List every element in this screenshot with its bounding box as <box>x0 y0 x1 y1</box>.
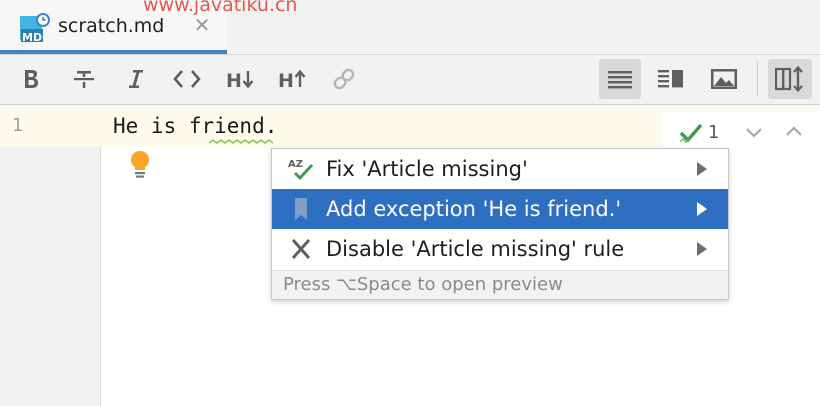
bold-button[interactable] <box>12 61 50 97</box>
preview-hint: Press ⌥Space to open preview <box>283 274 563 295</box>
lightbulb-icon[interactable] <box>130 150 150 180</box>
bold-icon <box>25 70 38 88</box>
intention-actions-popup: AZ Fix 'Article missing' Add exception '… <box>271 148 729 300</box>
scroll-sync-icon <box>775 66 803 92</box>
strikethrough-icon <box>74 71 94 88</box>
strikethrough-button[interactable] <box>65 61 103 97</box>
code-icon <box>173 70 201 88</box>
increase-header-button[interactable]: H <box>273 61 311 97</box>
watermark: www.javatiku.cn <box>143 0 298 16</box>
add-exception-item[interactable]: Add exception 'He is friend.' <box>272 189 728 229</box>
x-icon <box>291 239 311 259</box>
grammar-error-underline <box>209 139 273 144</box>
svg-text:H: H <box>226 70 242 90</box>
toolbar-separator <box>757 61 758 97</box>
preview-image-icon <box>711 69 737 89</box>
editor-only-icon <box>608 71 632 89</box>
header-up-icon: H <box>278 69 306 90</box>
editor-tab-bar: MD scratch.md ✕ www.javatiku.cn <box>0 0 820 55</box>
italic-button[interactable] <box>117 61 155 97</box>
fix-article-missing-item[interactable]: AZ Fix 'Article missing' <box>272 149 728 189</box>
submenu-arrow-icon <box>697 242 707 256</box>
svg-text:MD: MD <box>22 31 42 44</box>
preview-only-button[interactable] <box>705 61 743 97</box>
close-icon[interactable]: ✕ <box>192 14 212 36</box>
code-span-button[interactable] <box>168 61 206 97</box>
editor-and-preview-button[interactable] <box>652 61 690 97</box>
header-down-icon: H <box>226 70 254 90</box>
chevron-up-icon[interactable] <box>784 122 804 142</box>
spellcheck-az-icon: AZ <box>288 159 314 181</box>
split-view-icon <box>658 70 683 88</box>
decrease-header-button[interactable]: H <box>221 61 259 97</box>
sync-scroll-button[interactable] <box>768 59 812 99</box>
submenu-arrow-icon <box>697 202 707 216</box>
check-icon <box>679 123 703 143</box>
line-number-gutter: 1 <box>0 105 101 406</box>
chevron-down-icon[interactable] <box>744 122 764 142</box>
popup-footer: Press ⌥Space to open preview <box>272 270 728 299</box>
link-icon <box>333 68 355 90</box>
editor-only-button[interactable] <box>599 59 641 99</box>
inspection-widget[interactable]: 1 <box>662 112 820 152</box>
tab-title: scratch.md <box>58 15 165 37</box>
item-label: Disable 'Article missing' rule <box>326 237 625 261</box>
item-label: Fix 'Article missing' <box>326 157 528 181</box>
svg-text:AZ: AZ <box>288 159 303 170</box>
inspection-count: 1 <box>708 122 720 143</box>
current-line-gutter: 1 <box>0 105 101 147</box>
svg-text:H: H <box>278 70 294 90</box>
markdown-toolbar: H H <box>0 55 820 105</box>
code-line[interactable]: He is friend. <box>113 114 277 138</box>
submenu-arrow-icon <box>697 162 707 176</box>
markdown-file-icon: MD <box>20 13 50 44</box>
italic-icon <box>129 70 143 88</box>
bookmark-icon <box>295 198 307 220</box>
item-label: Add exception 'He is friend.' <box>326 197 622 221</box>
insert-link-button[interactable] <box>325 61 363 97</box>
disable-rule-item[interactable]: Disable 'Article missing' rule <box>272 229 728 269</box>
active-tab-indicator <box>0 50 227 54</box>
line-number: 1 <box>12 115 23 136</box>
